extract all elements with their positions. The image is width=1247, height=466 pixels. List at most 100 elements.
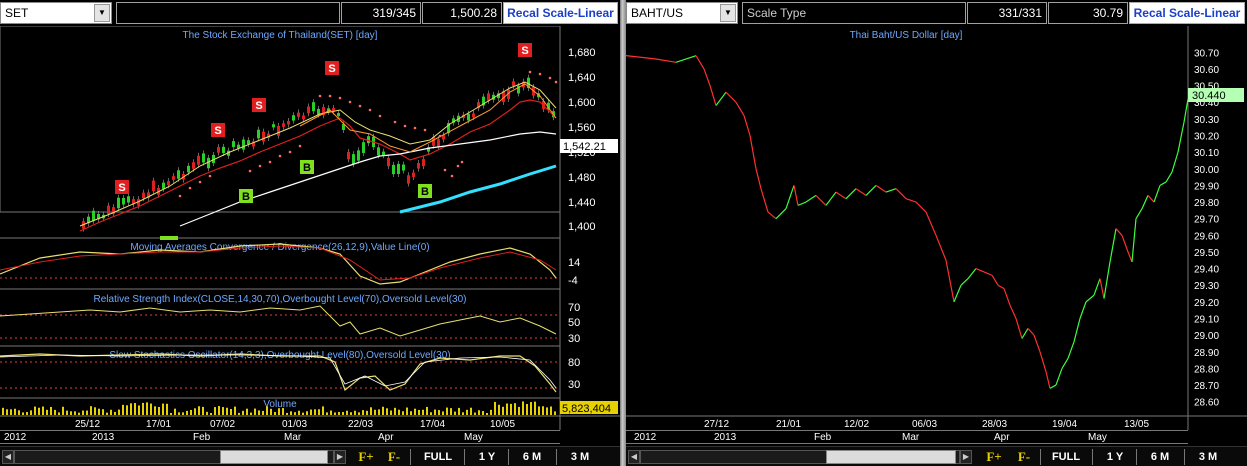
scroll-right-icon[interactable]: ▶ xyxy=(960,450,972,464)
baht-chart[interactable]: Thai Baht/US Dollar [day] 30.7030.6030.5… xyxy=(626,26,1247,430)
chevron-down-icon[interactable]: ▼ xyxy=(94,4,110,22)
volume-bar xyxy=(158,406,160,415)
price-segment xyxy=(825,191,837,206)
volume-bar xyxy=(474,412,476,415)
price-segment xyxy=(1009,304,1017,319)
set-chart[interactable]: The Stock Exchange of Thailand(SET) [day… xyxy=(0,26,620,430)
recal-scale-button[interactable]: Recal Scale-Linear xyxy=(503,2,618,24)
price-segment xyxy=(1073,318,1081,342)
sar-dot xyxy=(423,128,427,132)
zoom-out-button[interactable]: F- xyxy=(384,449,404,465)
month-axis: 2012 2013 Feb Mar Apr May xyxy=(626,430,1188,444)
volume-bar xyxy=(22,412,24,415)
price-segment xyxy=(945,260,955,302)
range-full-button[interactable]: FULL xyxy=(418,449,458,465)
price-tick: 29.70 xyxy=(1194,215,1219,226)
macd-tick: 14 xyxy=(568,257,580,269)
price-segment xyxy=(1039,351,1047,372)
volume-bar xyxy=(442,411,444,415)
range-6m-button[interactable]: 6 M xyxy=(516,449,548,465)
rsi-line xyxy=(0,305,557,337)
volume-bar xyxy=(282,408,284,415)
candle xyxy=(202,150,205,166)
price-segment xyxy=(1067,341,1075,359)
zoom-in-button[interactable]: F+ xyxy=(356,449,376,465)
volume-bar xyxy=(202,406,204,415)
range-1y-button[interactable]: 1 Y xyxy=(1100,449,1130,465)
price-segment xyxy=(925,211,937,236)
symbol-select[interactable]: SET ▼ xyxy=(0,2,112,24)
volume-bar xyxy=(426,406,428,415)
symbol-select[interactable]: BAHT/US ▼ xyxy=(626,2,738,24)
volume-bar xyxy=(434,409,436,415)
candle xyxy=(417,160,420,172)
candle xyxy=(292,112,295,124)
chevron-down-icon[interactable]: ▼ xyxy=(720,4,736,22)
range-1y-button[interactable]: 1 Y xyxy=(472,449,502,465)
volume-bar xyxy=(302,412,304,415)
volume-bar xyxy=(138,405,140,415)
volume-bar xyxy=(490,409,492,415)
candle xyxy=(122,194,125,208)
candle xyxy=(112,204,115,218)
volume-bar xyxy=(334,412,336,415)
left-footer: ◀ ▶ F+ F- FULL 1 Y 6 M 3 M xyxy=(0,446,620,466)
left-header: SET ▼ 319/345 1,500.28 Recal Scale-Linea… xyxy=(0,0,620,26)
price-segment xyxy=(997,284,1005,290)
volume-bar xyxy=(318,409,320,415)
price-segment xyxy=(1153,185,1161,203)
range-6m-button[interactable]: 6 M xyxy=(1144,449,1176,465)
scale-type-field: Scale Type xyxy=(742,2,966,24)
month-label: May xyxy=(1088,432,1107,443)
zoom-out-button[interactable]: F- xyxy=(1014,449,1034,465)
candlesticks xyxy=(82,74,555,232)
price-tick: 30.20 xyxy=(1194,132,1219,143)
price-segment xyxy=(735,101,745,116)
price-tick: 30.60 xyxy=(1194,65,1219,76)
price-tick: 1,440 xyxy=(568,197,596,209)
price-segment xyxy=(767,211,777,220)
price-segment xyxy=(695,55,705,70)
volume-bar xyxy=(102,409,104,415)
volume-bar xyxy=(242,410,244,415)
price-segment xyxy=(835,191,847,200)
volume-bar xyxy=(58,412,60,415)
volume-bar xyxy=(482,411,484,415)
month-label: Apr xyxy=(994,432,1010,443)
volume-bar xyxy=(406,407,408,415)
volume-bar xyxy=(514,403,516,415)
scroll-right-icon[interactable]: ▶ xyxy=(334,450,346,464)
volume-bar xyxy=(166,403,168,415)
price-segment xyxy=(1085,294,1095,303)
price-segment xyxy=(1147,194,1155,203)
volume-bar xyxy=(98,408,100,415)
recal-scale-button[interactable]: Recal Scale-Linear xyxy=(1129,2,1245,24)
volume-title: Volume xyxy=(263,399,297,410)
scroll-thumb[interactable] xyxy=(826,450,956,464)
volume-bar xyxy=(370,407,372,415)
volume-bar xyxy=(114,411,116,415)
sar-dot xyxy=(248,169,252,173)
scroll-left-icon[interactable]: ◀ xyxy=(2,450,14,464)
stoch-tick: 30 xyxy=(568,379,580,391)
volume-bar xyxy=(534,401,536,415)
range-3m-button[interactable]: 3 M xyxy=(564,449,596,465)
price-segment xyxy=(1103,261,1111,299)
price-segment xyxy=(975,268,985,273)
volume-bar xyxy=(162,403,164,415)
price-segment xyxy=(743,115,751,136)
price-segment xyxy=(1141,195,1149,209)
candle xyxy=(362,139,365,156)
date-tick: 19/04 xyxy=(1052,419,1077,430)
volume-bar xyxy=(398,409,400,415)
price-tick: 28.80 xyxy=(1194,364,1219,375)
range-full-button[interactable]: FULL xyxy=(1046,449,1086,465)
volume-bar xyxy=(66,410,68,415)
volume-bar xyxy=(210,412,212,415)
rsi-tick: 70 xyxy=(568,302,580,314)
volume-bar xyxy=(26,412,28,415)
scroll-left-icon[interactable]: ◀ xyxy=(628,450,640,464)
scroll-thumb[interactable] xyxy=(220,450,328,464)
zoom-in-button[interactable]: F+ xyxy=(984,449,1004,465)
range-3m-button[interactable]: 3 M xyxy=(1192,449,1224,465)
